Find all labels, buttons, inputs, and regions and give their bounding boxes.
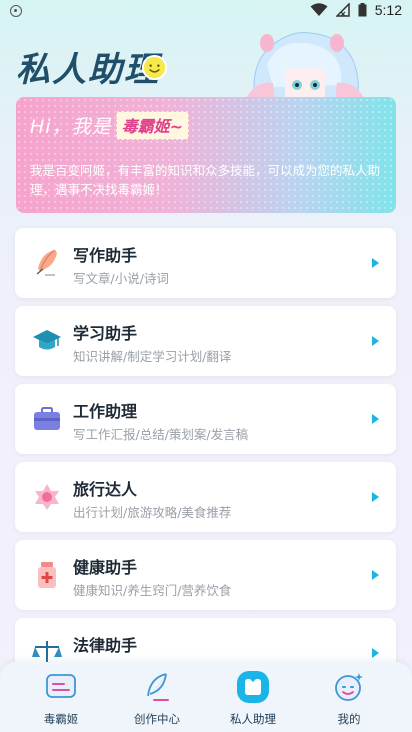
assistant-card-study[interactable]: 学习助手 知识讲解/制定学习计划/翻译 — [15, 306, 396, 376]
nav-item-creation[interactable]: 创作中心 — [112, 670, 202, 727]
quill-icon — [36, 249, 57, 276]
nav-item-dubaji[interactable]: 毒霸姬 — [16, 670, 106, 727]
medicine-bottle-icon — [38, 562, 56, 588]
card-title: 旅行达人 — [73, 480, 138, 499]
assistant-icon — [237, 671, 269, 703]
card-title: 健康助手 — [73, 558, 138, 577]
card-subtitle: 知识讲解/制定学习计划/翻译 — [73, 349, 232, 364]
arrow-right-icon — [372, 648, 379, 658]
card-subtitle: 出行计划/旅游攻略/美食推荐 — [73, 505, 232, 520]
arrow-right-icon — [372, 492, 379, 502]
assistant-card-health[interactable]: 健康助手 健康知识/养生窍门/营养饮食 — [15, 540, 396, 610]
arrow-right-icon — [372, 336, 379, 346]
card-subtitle: 健康知识/养生窍门/营养饮食 — [73, 583, 232, 598]
card-subtitle: 写工作汇报/总结/策划案/发言稿 — [73, 427, 249, 442]
chat-icon — [46, 674, 76, 698]
briefcase-icon — [34, 407, 60, 430]
intro-banner: Hi，我是 毒霸姬~ 我是百变阿姬，有丰富的知识和众多技能，可以成为您的私人助理… — [16, 97, 396, 213]
status-bar: 5:12 — [0, 0, 412, 24]
card-title: 写作助手 — [73, 246, 138, 265]
travel-star-icon — [35, 484, 59, 510]
banner-greeting: Hi，我是 — [30, 116, 112, 138]
assistant-card-work[interactable]: 工作助理 写工作汇报/总结/策划案/发言稿 — [15, 384, 396, 454]
card-title: 法律助手 — [73, 636, 138, 655]
wifi-icon — [310, 3, 328, 16]
profile-face-icon — [335, 673, 363, 701]
battery-icon — [358, 3, 367, 17]
card-title: 工作助理 — [73, 402, 138, 421]
status-time: 5:12 — [374, 2, 402, 18]
assistant-card-writing[interactable]: 写作助手 写文章/小说/诗词 — [15, 228, 396, 298]
nav-label: 我的 — [337, 712, 361, 726]
notification-icon — [10, 5, 22, 17]
signal-icon — [335, 3, 350, 17]
banner-description: 我是百变阿姬，有丰富的知识和众多技能，可以成为您的私人助理，遇事不决找毒霸姬！ — [30, 163, 381, 197]
nav-item-assistant[interactable]: 私人助理 — [208, 670, 298, 727]
assistant-card-travel[interactable]: 旅行达人 出行计划/旅游攻略/美食推荐 — [15, 462, 396, 532]
nav-label: 私人助理 — [230, 712, 276, 726]
arrow-right-icon — [372, 414, 379, 424]
banner-name-badge: 毒霸姬~ — [115, 111, 189, 140]
card-title: 学习助手 — [73, 324, 138, 343]
nav-label: 毒霸姬 — [43, 712, 79, 726]
card-subtitle: 写文章/小说/诗词 — [73, 271, 169, 286]
arrow-right-icon — [372, 570, 379, 580]
mascot-avatar — [245, 32, 365, 100]
feather-pen-icon — [147, 673, 169, 701]
smiley-icon — [141, 54, 168, 81]
page-title: 私人助理 — [16, 50, 160, 90]
bottom-nav: 毒霸姬 创作中心 私人助理 我的 — [0, 662, 412, 732]
nav-item-profile[interactable]: 我的 — [304, 670, 394, 727]
arrow-right-icon — [372, 258, 379, 268]
nav-label: 创作中心 — [134, 712, 180, 726]
graduation-cap-icon — [33, 330, 61, 350]
